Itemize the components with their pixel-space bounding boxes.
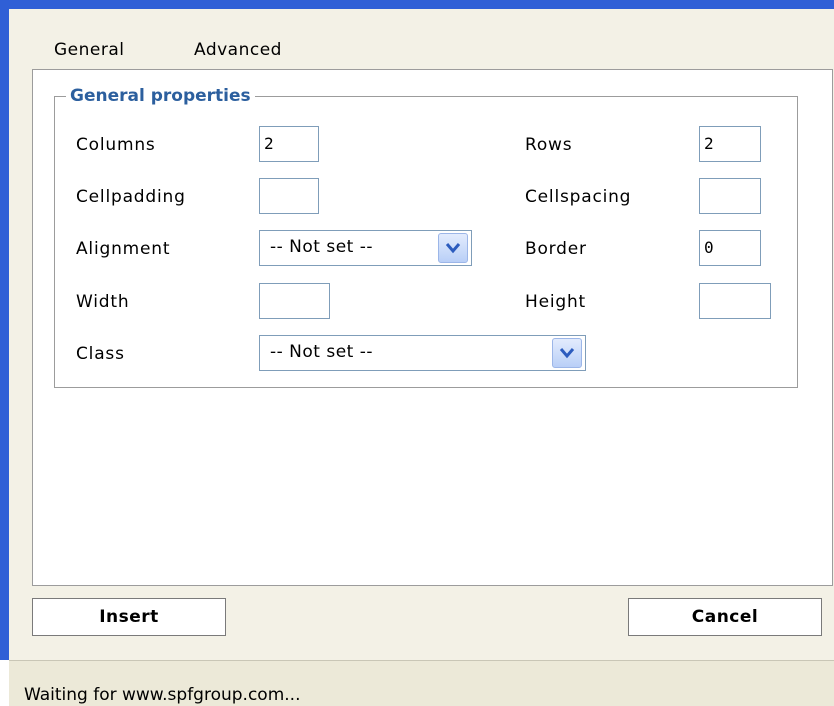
alignment-label: Alignment [76,239,171,259]
alignment-select-value: -- Not set -- [270,237,374,257]
cancel-button[interactable]: Cancel [628,598,822,636]
chevron-down-icon[interactable] [552,338,582,368]
border-input[interactable]: 0 [699,230,761,266]
class-select-value: -- Not set -- [270,342,374,362]
window-top-border [0,0,834,9]
tab-advanced[interactable]: Advanced [194,40,282,60]
cellspacing-input[interactable] [699,178,761,214]
width-input[interactable] [259,283,330,319]
border-label: Border [525,239,587,259]
height-input[interactable] [699,283,771,319]
cellspacing-label: Cellspacing [525,187,632,207]
rows-input[interactable]: 2 [699,126,761,162]
insert-button[interactable]: Insert [32,598,226,636]
alignment-select[interactable]: -- Not set -- [259,230,472,266]
cellpadding-label: Cellpadding [76,187,186,207]
status-text: Waiting for www.spfgroup.com... [24,685,301,705]
columns-input[interactable]: 2 [259,126,319,162]
class-select[interactable]: -- Not set -- [259,335,586,371]
chevron-down-icon[interactable] [438,233,468,263]
class-label: Class [76,344,125,364]
fieldset-legend: General properties [66,86,255,106]
cellpadding-input[interactable] [259,178,319,214]
height-label: Height [525,292,586,312]
tab-general[interactable]: General [54,40,125,60]
width-label: Width [76,292,130,312]
window-left-border [0,0,9,660]
columns-label: Columns [76,135,156,155]
rows-label: Rows [525,135,573,155]
